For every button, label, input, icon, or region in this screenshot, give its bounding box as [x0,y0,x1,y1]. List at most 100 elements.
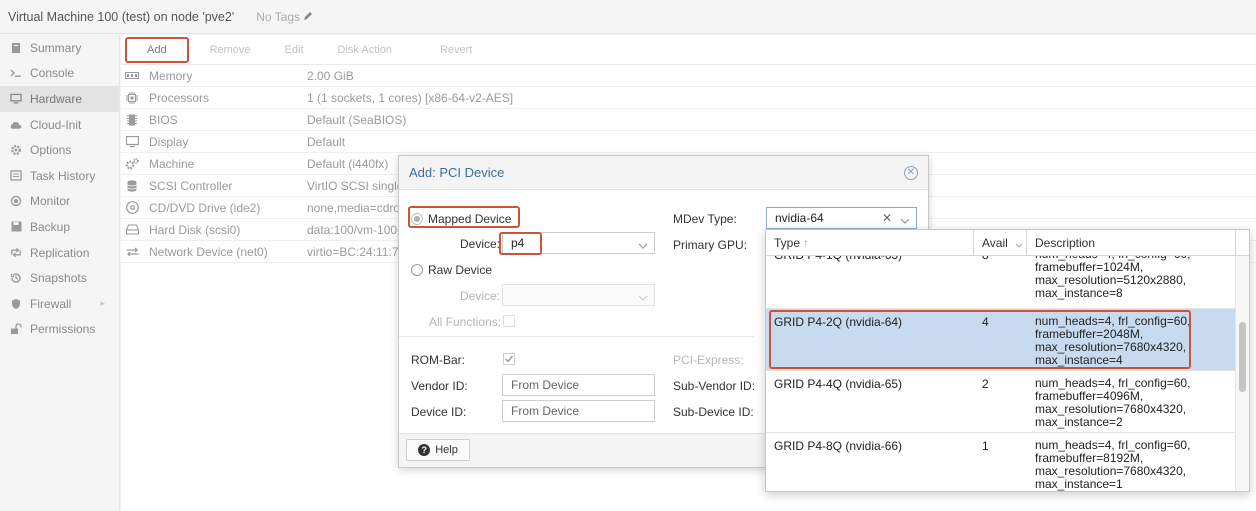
sidebar-item-replication[interactable]: Replication [0,240,119,266]
sidebar-item-label: Task History [30,168,96,183]
cell-type: GRID P4-4Q (nvidia-65) [774,377,903,391]
book-icon [10,42,22,54]
sidebar-item-console[interactable]: Console [0,61,119,87]
column-header-description[interactable]: Description [1027,230,1236,255]
sidebar-item-permissions[interactable]: Permissions [0,317,119,343]
sidebar-item-backup[interactable]: Backup [0,214,119,240]
sidebar-item-task-history[interactable]: Task History [0,163,119,189]
cell-description: num_heads=4, frl_config=60, framebuffer=… [1027,371,1236,432]
hardware-value: Default [307,134,346,149]
sidebar-item-label: Permissions [30,322,96,337]
dialog-title: Add: PCI Device [409,165,505,180]
sidebar: Summary Console Hardware Cloud-Init Opti… [0,35,120,511]
device-value: p4 [511,236,525,250]
cell-avail: 1 [982,439,989,453]
hardware-value: none,media=cdrom [307,200,411,215]
sub-device-id-label: Sub-Device ID: [673,405,754,419]
help-label: Help [435,444,458,456]
sidebar-item-label: Firewall [30,296,72,311]
hardware-name: Hard Disk (scsi0) [149,222,241,237]
table-row-selected[interactable]: GRID P4-2Q (nvidia-64) 4 num_heads=4, fr… [766,309,1236,371]
desc-line: max_instance=2 [1035,415,1123,429]
raw-device-radio[interactable]: Raw Device [411,263,492,277]
table-row[interactable]: GRID P4-4Q (nvidia-65) 2 num_heads=4, fr… [766,371,1236,433]
rom-bar-label: ROM-Bar: [411,353,465,367]
hardware-name: SCSI Controller [149,178,233,193]
scrollbar-thumb[interactable] [1239,322,1246,392]
hardware-name: Processors [149,90,210,105]
sidebar-item-firewall[interactable]: Firewall ▸ [0,291,119,317]
rom-bar-checkbox[interactable] [503,353,515,365]
sub-vendor-id-label: Sub-Vendor ID: [673,379,756,393]
mdev-type-dropdown: Type ↑ Avail Description GRID P4-1Q (nvi… [765,229,1250,492]
device-label: Device: [460,237,501,251]
hardware-row-bios[interactable]: BIOS Default (SeaBIOS) [121,109,1256,131]
all-functions-label: All Functions: [429,315,502,329]
pencil-icon[interactable] [303,10,313,24]
sidebar-item-cloud-init[interactable]: Cloud-Init [0,112,119,138]
sidebar-item-snapshots[interactable]: Snapshots [0,265,119,291]
device-id-placeholder: From Device [511,404,580,418]
sidebar-item-label: Console [30,66,75,81]
radio-icon[interactable] [411,213,423,225]
chevron-right-icon[interactable]: ▸ [100,298,105,309]
sidebar-item-label: Backup [30,219,71,234]
hardware-row-memory[interactable]: Memory 2.00 GiB [121,65,1256,87]
disk-action-button[interactable]: Disk Action [321,37,409,63]
hardware-value: 2.00 GiB [307,68,354,83]
close-icon[interactable]: ✕ [904,166,918,180]
tags[interactable]: No Tags [256,10,313,24]
hardware-value: virtio=BC:24:11:73 [307,244,406,259]
radio-icon[interactable] [411,264,423,276]
table-row[interactable]: GRID P4-8Q (nvidia-66) 1 num_heads=4, fr… [766,433,1236,491]
cell-type: GRID P4-2Q (nvidia-64) [774,315,903,329]
chevron-down-icon[interactable] [638,239,648,253]
sidebar-item-label: Monitor [30,194,71,209]
sidebar-item-hardware[interactable]: Hardware [0,86,119,112]
cell-avail: 4 [982,315,989,329]
retweet-icon [10,247,22,259]
sidebar-item-summary[interactable]: Summary [0,35,119,61]
add-button[interactable]: Add [125,36,189,63]
pci-express-label: PCI-Express: [673,353,744,367]
column-header-type[interactable]: Type ↑ [766,230,974,255]
column-header-avail[interactable]: Avail [974,230,1027,255]
device-id-input[interactable]: From Device [502,400,655,422]
shield-icon [10,298,22,310]
edit-button[interactable]: Edit [268,37,321,63]
hardware-row-display[interactable]: Display Default [121,131,1256,153]
sort-asc-icon: ↑ [803,235,810,250]
vendor-id-input[interactable]: From Device [502,374,655,396]
device-select[interactable]: p4 [502,232,655,254]
raw-device-select[interactable] [502,284,655,306]
tags-label: No Tags [256,9,301,24]
cell-description: num_heads=4, frl_config=60, framebuffer=… [1027,433,1236,491]
chevron-down-icon[interactable] [900,214,910,228]
hardware-name: BIOS [149,112,178,127]
sidebar-item-options[interactable]: Options [0,137,119,163]
column-label: Type [774,235,801,250]
help-button[interactable]: ? Help [406,439,470,461]
terminal-icon [10,67,22,79]
cpu-icon [125,91,139,104]
clear-icon[interactable]: ✕ [882,211,892,225]
mapped-device-label: Mapped Device [428,212,512,226]
scrollbar[interactable] [1235,256,1249,491]
chevron-down-icon[interactable] [1015,238,1023,252]
toolbar: Add Remove Edit Disk Action Revert [121,35,1256,65]
cogs-icon [125,157,139,170]
desktop-icon [125,135,139,148]
cell-avail: 2 [982,377,989,391]
grid-body: GRID P4-1Q (nvidia-63) 8 num_heads=4, fr… [766,242,1236,491]
remove-button[interactable]: Remove [193,37,268,63]
chevron-down-icon[interactable] [638,291,648,305]
unlock-icon [10,323,22,335]
hardware-row-processors[interactable]: Processors 1 (1 sockets, 1 cores) [x86-6… [121,87,1256,109]
mdev-type-select[interactable]: nvidia-64 ✕ [766,207,917,229]
revert-button[interactable]: Revert [423,37,489,63]
mapped-device-radio[interactable]: Mapped Device [411,212,511,226]
all-functions-checkbox[interactable] [503,315,515,327]
sidebar-item-monitor[interactable]: Monitor [0,189,119,215]
grid-header-overlay: Type ↑ Avail Description [766,230,1236,256]
hardware-name: Memory [149,68,193,83]
